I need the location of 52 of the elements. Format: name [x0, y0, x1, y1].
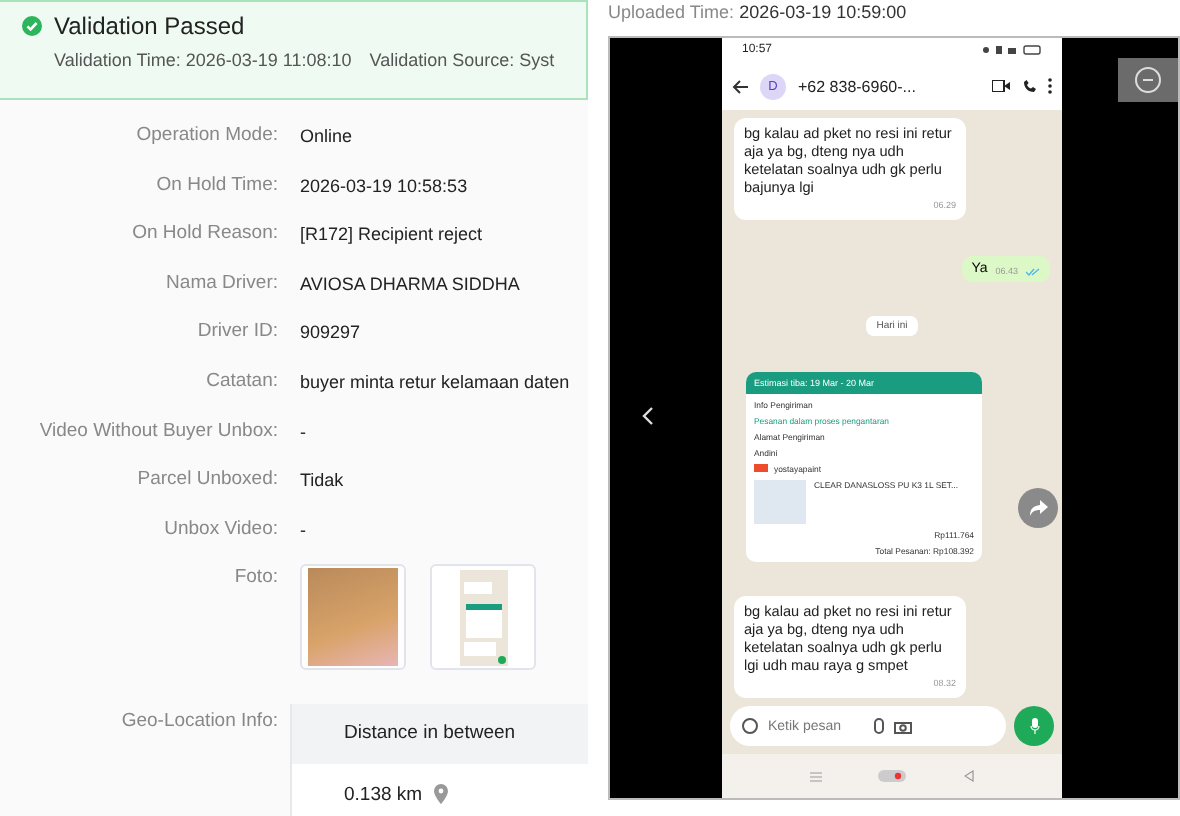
- home-pill-icon[interactable]: [878, 770, 907, 782]
- field-value: Tidak: [300, 468, 346, 495]
- field-label: Catatan:: [206, 367, 278, 396]
- distance-value: 0.138 km: [344, 783, 423, 806]
- chevron-left-icon[interactable]: [642, 406, 654, 426]
- paperclip-icon: [874, 718, 884, 734]
- field-label: Parcel Unboxed:: [137, 466, 278, 495]
- video-icon[interactable]: [992, 80, 1010, 92]
- table-header: Distance in between: [292, 704, 588, 765]
- location-pin-icon[interactable]: [434, 784, 449, 805]
- signal-battery-icon: [982, 44, 1042, 56]
- field-label: On Hold Time:: [156, 171, 278, 200]
- field-label: Operation Mode:: [136, 122, 278, 150]
- zoom-out-icon: [1134, 66, 1162, 94]
- photo-thumbnail[interactable]: [430, 564, 536, 671]
- photo-thumbnail[interactable]: [300, 564, 406, 671]
- share-icon: [1029, 500, 1047, 516]
- banner-title: Validation Passed: [54, 12, 245, 40]
- field-value: 909297: [300, 320, 363, 347]
- field-label: Unbox Video:: [164, 515, 278, 544]
- field-label: Foto:: [234, 564, 278, 593]
- back-arrow-icon[interactable]: [732, 79, 748, 93]
- field-label: Nama Driver:: [166, 269, 278, 298]
- field-label: Video Without Buyer Unbox:: [39, 417, 278, 446]
- uploaded-label: Uploaded Time:: [608, 2, 735, 22]
- double-check-icon: [1026, 267, 1040, 275]
- shop-tag-icon: [754, 464, 768, 472]
- product-image: [754, 479, 806, 523]
- field-label: Driver ID:: [197, 318, 278, 347]
- mic-icon: [1029, 718, 1039, 734]
- field-value: Online: [300, 124, 355, 150]
- validation-time: Validation Time: 2026-03-19 11:08:10: [54, 50, 352, 70]
- field-label: Geo-Location Info:: [121, 708, 278, 737]
- field-value: 2026-03-19 10:58:53: [300, 173, 470, 200]
- sticker-icon: [742, 718, 758, 734]
- field-value: -: [300, 419, 308, 446]
- field-value: AVIOSA DHARMA SIDDHA: [300, 271, 522, 298]
- uploaded-time: 2026-03-19 10:59:00: [739, 2, 907, 22]
- camera-icon: [894, 719, 912, 733]
- photo-placeholder: [308, 568, 398, 667]
- phone-icon[interactable]: [1022, 79, 1036, 93]
- field-label: On Hold Reason:: [132, 220, 278, 249]
- field-value: buyer minta retur kelamaan daten: [300, 369, 572, 396]
- check-circle-icon: [22, 16, 42, 36]
- field-value: -: [300, 517, 308, 544]
- zoom-out-button[interactable]: [1118, 58, 1178, 102]
- chat-screenshot-thumbnail: [459, 569, 507, 666]
- field-value: [R172] Recipient reject: [300, 222, 485, 249]
- validation-source: Validation Source: Syst: [369, 50, 555, 70]
- mic-button[interactable]: [1014, 706, 1054, 746]
- back-icon[interactable]: [963, 770, 974, 782]
- contact-number: +62 838-6960-...: [798, 77, 918, 95]
